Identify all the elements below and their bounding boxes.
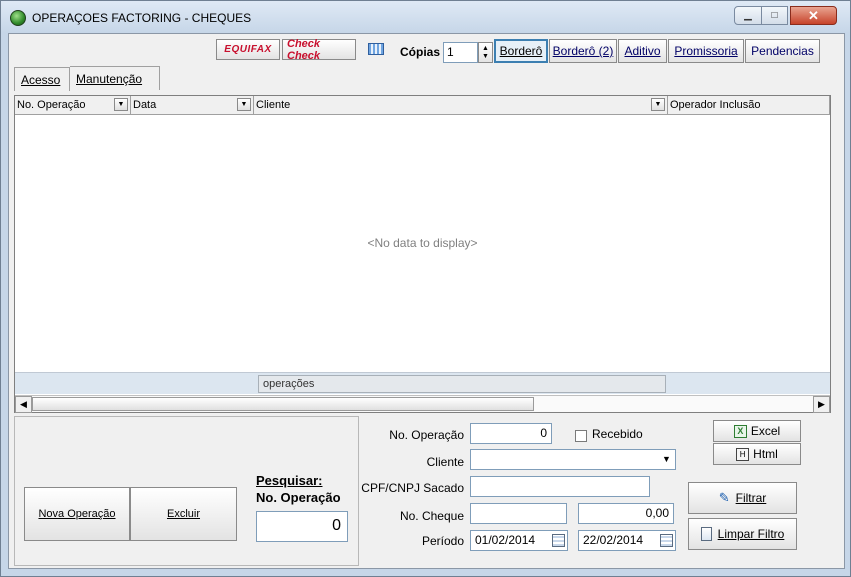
aditivo-button[interactable]: Aditivo [618,39,667,63]
copias-label: Cópias [400,45,441,59]
periodo-inicio-input[interactable]: 01/02/2014 [470,530,568,551]
calendar-icon[interactable] [552,534,565,547]
excel-button[interactable]: X Excel [713,420,801,442]
no-operacao-label: No. Operação [389,428,464,442]
bordero-2-label: Borderô (2) [552,44,614,58]
column-label: No. Operação [17,99,86,111]
calculator-icon[interactable] [368,43,384,55]
title-bar[interactable]: OPERAÇOES FACTORING - CHEQUES ▁ □ ✕ [1,1,850,33]
tab-acesso[interactable]: Acesso [14,67,70,91]
no-cheque-input[interactable] [470,503,567,524]
maximize-button[interactable]: □ [761,6,788,25]
close-button[interactable]: ✕ [790,6,837,25]
column-no-operacao[interactable]: No. Operação ▼ [15,96,131,115]
cpf-cnpj-label: CPF/CNPJ Sacado [361,481,464,495]
column-data[interactable]: Data ▼ [131,96,254,115]
document-icon [700,527,712,541]
excel-label: Excel [750,424,781,438]
excel-icon: X [733,424,747,438]
limpar-filtro-label: Limpar Filtro [717,527,785,541]
filter-pin-icon: ✎ [718,490,730,505]
column-label: Cliente [256,99,291,111]
grid-header: No. Operação ▼ Data ▼ Cliente ▼ Operador… [15,96,830,115]
copias-input[interactable]: 1 [443,42,478,63]
app-globe-icon [10,10,26,26]
spin-up-icon[interactable]: ▲ [482,45,489,53]
cliente-select[interactable]: ▼ [470,449,676,470]
footer-summary: operações [258,375,666,393]
operations-grid: No. Operação ▼ Data ▼ Cliente ▼ Operador… [14,95,831,413]
recebido-label: Recebido [592,427,643,441]
minimize-button[interactable]: ▁ [734,6,762,25]
html-label: Html [753,447,778,461]
no-cheque-label: No. Cheque [399,509,464,523]
chevron-down-icon[interactable]: ▼ [651,98,665,111]
pesquisar-line2: No. Operação [256,490,341,505]
bordero-2-button[interactable]: Borderô (2) [549,39,617,63]
chevron-down-icon[interactable]: ▼ [658,450,675,469]
window-title: OPERAÇOES FACTORING - CHEQUES [32,11,252,25]
client-area: EQUIFAX Check Check Cópias 1 ▲ ▼ Borderô… [8,33,845,569]
limpar-filtro-button[interactable]: Limpar Filtro [688,518,797,550]
check-check-button[interactable]: Check Check [282,37,356,62]
periodo-inicio-value: 01/02/2014 [475,533,536,547]
empty-grid-message: <No data to display> [367,236,478,250]
scroll-right-icon[interactable]: ▶ [813,396,830,413]
bordero-label: Borderô [499,44,543,58]
promissoria-button[interactable]: Promissoria [668,39,744,63]
scroll-thumb[interactable] [32,397,534,411]
periodo-label: Período [421,534,464,548]
calendar-icon[interactable] [660,534,673,547]
equifax-button[interactable]: EQUIFAX [216,39,280,60]
column-cliente[interactable]: Cliente ▼ [254,96,668,115]
excluir-button[interactable]: Excluir [130,487,237,541]
promissoria-label: Promissoria [674,44,738,58]
pendencias-label: Pendencias [751,44,814,58]
scroll-left-icon[interactable]: ◀ [15,396,32,413]
chevron-down-icon[interactable]: ▼ [237,98,251,111]
grid-footer: operações [15,372,830,394]
tab-manutencao[interactable]: Manutenção [70,66,160,90]
nova-operacao-label: Nova Operação [38,508,116,520]
pendencias-button[interactable]: Pendencias [745,39,820,63]
cpf-cnpj-input[interactable] [470,476,650,497]
tab-acesso-label: Acesso [21,72,61,87]
no-operacao-input[interactable]: 0 [470,423,552,444]
pesquisar-input[interactable]: 0 [256,511,348,542]
chevron-down-icon[interactable]: ▼ [114,98,128,111]
equifax-logo: EQUIFAX [224,44,272,55]
app-window: OPERAÇOES FACTORING - CHEQUES ▁ □ ✕ EQUI… [0,0,851,577]
html-file-icon: H [736,447,750,461]
valor-input[interactable]: 0,00 [578,503,674,524]
cliente-label: Cliente [426,455,464,469]
column-label: Data [133,99,157,111]
pesquisar-label: Pesquisar: No. Operação [256,472,341,506]
pesquisar-line1: Pesquisar: [256,473,323,488]
aditivo-label: Aditivo [624,44,661,58]
html-button[interactable]: H Html [713,443,801,465]
spin-down-icon[interactable]: ▼ [482,53,489,61]
horizontal-scrollbar[interactable]: ◀ ▶ [15,395,830,413]
column-operador-inclusao[interactable]: Operador Inclusão [668,96,830,115]
recebido-checkbox[interactable] [575,430,587,442]
bordero-button[interactable]: Borderô [494,39,548,63]
column-label: Operador Inclusão [670,99,761,111]
filtrar-button[interactable]: ✎ Filtrar [688,482,797,514]
excluir-label: Excluir [166,508,200,520]
periodo-fim-input[interactable]: 22/02/2014 [578,530,676,551]
periodo-fim-value: 22/02/2014 [583,533,644,547]
check-check-logo: Check Check [287,37,321,62]
copias-spinner[interactable]: ▲ ▼ [478,42,493,63]
filtrar-label: Filtrar [735,491,767,505]
nova-operacao-button[interactable]: Nova Operação [24,487,130,541]
tab-manutencao-label: Manutenção [76,71,143,86]
